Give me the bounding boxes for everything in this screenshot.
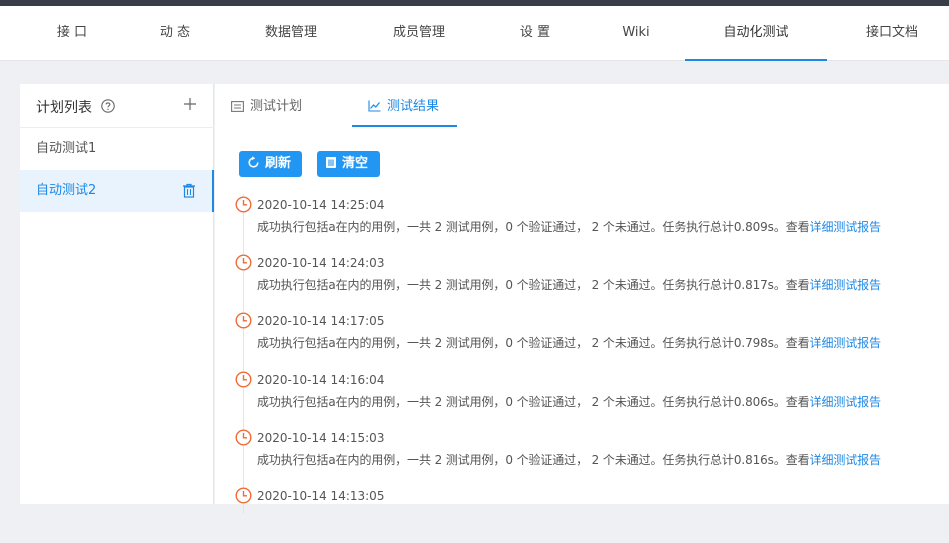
- table-row: 2020-10-14 14:17:05 成功执行包括a在内的用例，一共 2 测试用…: [235, 310, 945, 368]
- plan-item-1[interactable]: 自动测试1: [20, 128, 214, 170]
- top-navigation: 接 口 动 态 数据管理 成员管理 设 置 Wiki 自动化测试 接口文档: [0, 6, 949, 61]
- clock-icon: [235, 371, 252, 388]
- nav-item-api-docs[interactable]: 接口文档: [852, 6, 932, 61]
- clear-button[interactable]: 清空: [317, 151, 380, 177]
- record-text: 成功执行包括a在内的用例，一共 2 测试用例，0 个验证通过， 2 个未通过。任…: [257, 395, 810, 409]
- table-row: 2020-10-14 14:16:04 成功执行包括a在内的用例，一共 2 测试用…: [235, 369, 945, 427]
- record-description: 成功执行包括a在内的用例，一共 2 测试用例，0 个验证通过， 2 个未通过。任…: [257, 218, 881, 235]
- refresh-icon: [248, 156, 259, 168]
- detail-report-link[interactable]: 详细测试报告: [810, 220, 882, 234]
- record-text: 成功执行包括a在内的用例，一共 2 测试用例，0 个验证通过， 2 个未通过。任…: [257, 278, 810, 292]
- clock-icon: [235, 312, 252, 329]
- record-text: 成功执行包括a在内的用例，一共 2 测试用例，0 个验证通过， 2 个未通过。任…: [257, 336, 810, 350]
- table-row: 2020-10-14 14:24:03 成功执行包括a在内的用例，一共 2 测试用…: [235, 252, 945, 310]
- nav-item-data-management[interactable]: 数据管理: [254, 6, 328, 61]
- plan-item-label: 自动测试2: [36, 183, 97, 198]
- clear-label: 清空: [342, 156, 369, 171]
- add-plan-icon[interactable]: [183, 97, 197, 111]
- record-time: 2020-10-14 14:24:03: [257, 256, 385, 270]
- detail-report-link[interactable]: 详细测试报告: [810, 336, 882, 350]
- record-description: 成功执行包括a在内的用例，一共 2 测试用例，0 个验证通过， 2 个未通过。任…: [257, 276, 881, 293]
- sidebar-title: 计划列表: [36, 100, 92, 116]
- main-panel: 测试计划 测试结果 刷新 清空 2020-10-14 14:25:04 成功执行包…: [215, 84, 949, 514]
- record-time: 2020-10-14 14:16:04: [257, 373, 385, 387]
- detail-report-link[interactable]: 详细测试报告: [810, 278, 882, 292]
- nav-item-automation-test[interactable]: 自动化测试: [705, 6, 807, 61]
- nav-active-underline: [685, 59, 827, 61]
- refresh-button[interactable]: 刷新: [239, 151, 302, 177]
- clock-icon: [235, 487, 252, 504]
- nav-item-wiki[interactable]: Wiki: [606, 6, 666, 61]
- tab-label: 测试结果: [387, 99, 440, 114]
- plan-icon: [231, 101, 244, 112]
- trash-icon: [326, 157, 336, 168]
- record-text: 成功执行包括a在内的用例，一共 2 测试用例，0 个验证通过， 2 个未通过。任…: [257, 453, 810, 467]
- record-description: 成功执行包括a在内的用例，一共 2 测试用例，0 个验证通过， 2 个未通过。任…: [257, 334, 881, 351]
- record-description: 成功执行包括a在内的用例，一共 2 测试用例，0 个验证通过， 2 个未通过。任…: [257, 451, 881, 468]
- plan-item-2[interactable]: 自动测试2: [20, 170, 214, 212]
- record-description: 成功执行包括a在内的用例，一共 2 测试用例，0 个验证通过， 2 个未通过。任…: [257, 393, 881, 410]
- clock-icon: [235, 196, 252, 213]
- table-row: 2020-10-14 14:25:04 成功执行包括a在内的用例，一共 2 测试用…: [235, 194, 945, 252]
- record-time: 2020-10-14 14:25:04: [257, 198, 385, 212]
- sidebar-header: 计划列表: [20, 84, 214, 128]
- record-time: 2020-10-14 14:13:05: [257, 489, 385, 503]
- table-row: 2020-10-14 14:15:03 成功执行包括a在内的用例，一共 2 测试用…: [235, 427, 945, 485]
- nav-item-activity[interactable]: 动 态: [145, 6, 205, 61]
- nav-item-member-management[interactable]: 成员管理: [382, 6, 456, 61]
- help-icon[interactable]: [101, 99, 115, 113]
- record-text: 成功执行包括a在内的用例，一共 2 测试用例，0 个验证通过， 2 个未通过。任…: [257, 220, 810, 234]
- detail-report-link[interactable]: 详细测试报告: [810, 453, 882, 467]
- plan-item-label: 自动测试1: [36, 141, 97, 156]
- record-time: 2020-10-14 14:17:05: [257, 314, 385, 328]
- nav-item-interface[interactable]: 接 口: [42, 6, 102, 61]
- table-row: 2020-10-14 14:13:05: [235, 485, 945, 543]
- tab-active-underline: [352, 125, 457, 127]
- record-time: 2020-10-14 14:15:03: [257, 431, 385, 445]
- clock-icon: [235, 429, 252, 446]
- tab-label: 测试计划: [250, 99, 303, 114]
- detail-report-link[interactable]: 详细测试报告: [810, 395, 882, 409]
- tab-test-results[interactable]: 测试结果: [368, 84, 439, 127]
- refresh-label: 刷新: [265, 156, 292, 171]
- plan-sidebar: 计划列表 自动测试1 自动测试2: [20, 84, 214, 504]
- trash-icon[interactable]: [182, 183, 196, 198]
- tab-test-plan[interactable]: 测试计划: [231, 84, 302, 127]
- chart-line-icon: [368, 100, 381, 112]
- nav-item-settings[interactable]: 设 置: [505, 6, 565, 61]
- clock-icon: [235, 254, 252, 271]
